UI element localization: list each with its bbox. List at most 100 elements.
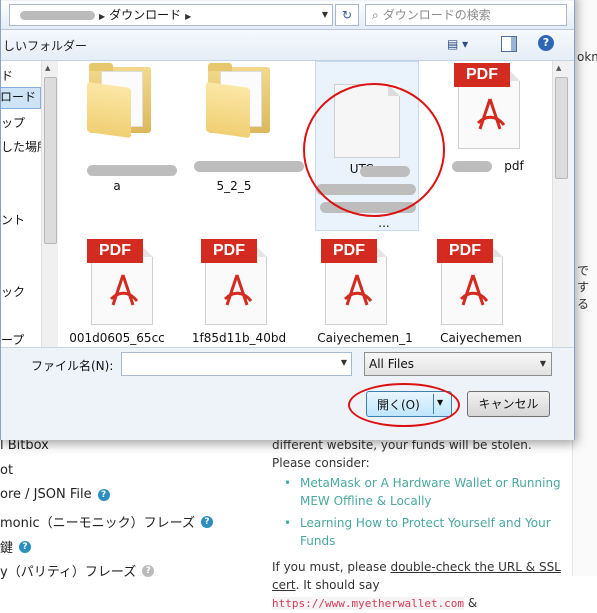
redacted-name [316,184,416,195]
redacted-name [320,202,416,213]
redacted-name [87,165,177,176]
chevron-down-icon[interactable]: ▼ [322,5,328,25]
redacted-path [20,11,95,20]
file-label-ellipsis: ... [378,216,390,230]
file-label: Caiyechemen [440,331,522,345]
address-bar: ▶ ダウンロード ▶ ▼ ↻ ⌕ ダウンロードの検索 [1,1,574,30]
file-type-select[interactable]: All Files ▼ [364,352,552,376]
file-scrollbar[interactable]: ▲ [552,61,569,347]
option-label: l Bitbox [0,438,49,453]
redacted-name [194,161,304,172]
new-folder-button[interactable]: しいフォルダー [3,37,87,54]
file-item[interactable]: PDF pdf [434,63,534,213]
cancel-button[interactable]: キャンセル [467,391,550,417]
option-parity[interactable]: y（パリティ）フレーズ? [0,561,155,580]
file-type-value: All Files [369,357,415,371]
nav-item[interactable]: ント [1,211,25,228]
redacted-name [360,166,410,177]
split-divider [433,394,434,414]
pdf-icon: PDF [454,63,520,149]
help-icon[interactable]: ? [538,35,554,51]
help-icon[interactable]: ? [97,488,110,501]
option-ot[interactable]: ot [0,463,13,478]
file-list: a 5_2_5 UTC-- ... PDF pdf [59,61,552,347]
right-strip-text-3: する [577,280,590,311]
pdf-icon: PDF [321,239,387,325]
file-label: Caiyechemen_1 [317,331,413,345]
right-strip-text-1: okm [577,50,597,64]
nav-item[interactable]: ド [1,67,13,84]
check-prefix: If you must, please [272,560,391,574]
link-hardware-wallet[interactable]: MetaMask or A Hardware Wallet or Running… [284,474,572,510]
file-item[interactable]: PDF 001d0605_65cc [67,233,167,347]
scrollbar-thumb[interactable] [555,77,568,179]
refresh-icon[interactable]: ↻ [335,4,359,26]
pdf-badge: PDF [201,239,257,263]
scroll-up-icon[interactable]: ▲ [556,64,561,72]
nav-scrollbar[interactable]: ▲ [41,61,58,347]
file-item-selected[interactable]: UTC-- ... [315,61,419,231]
file-label: a [113,179,121,193]
option-label: ot [0,463,14,478]
background-right-strip: okm で する [572,0,597,576]
file-label: pdf [504,159,524,173]
open-button[interactable]: 開く(O) ▼ [366,391,452,417]
filename-input[interactable]: ▼ [121,352,352,376]
option-label: monic（ニーモニック）フレーズ [0,516,195,531]
search-icon: ⌕ [372,8,379,22]
option-label: y（パリティ）フレーズ [0,565,137,580]
chevron-down-icon[interactable]: ▼ [437,398,443,407]
pdf-icon: PDF [87,239,153,325]
nav-item-label: ロード [1,90,37,104]
folder-icon [206,63,270,139]
scroll-up-icon[interactable]: ▲ [45,64,50,72]
link-protect-funds[interactable]: Learning How to Protect Yourself and You… [284,514,572,550]
pdf-icon: PDF [201,239,267,325]
pdf-badge: PDF [87,239,143,263]
dialog-footer: ファイル名(N): ▼ All Files ▼ 開く(O) ▼ キャンセル [1,347,574,440]
warning-text: different website, your funds will be st… [272,438,532,470]
nav-item[interactable]: ープ [1,331,24,347]
folder-item[interactable]: a [67,63,177,213]
help-icon[interactable]: ? [200,515,213,528]
check-paragraph: If you must, please double-check the URL… [272,558,572,613]
nav-item[interactable]: ップ [1,114,25,131]
blank-document-icon [334,84,400,158]
chevron-down-icon: ▼ [539,359,546,368]
nav-item[interactable]: ック [1,283,25,300]
url-suffix: & [464,596,478,610]
option-mnemonic[interactable]: monic（ニーモニック）フレーズ? [0,512,213,531]
chevron-right-icon[interactable]: ▶ [99,12,105,21]
scrollbar-thumb[interactable] [44,77,57,244]
search-input[interactable]: ⌕ ダウンロードの検索 [365,4,567,26]
pdf-badge: PDF [437,239,493,263]
right-strip-text-2: で [577,264,590,278]
option-label: ore / JSON File [0,487,92,502]
warning-links: MetaMask or A Hardware Wallet or Running… [272,474,572,550]
preview-pane-icon[interactable] [501,36,517,52]
breadcrumb[interactable]: ▶ ダウンロード ▶ ▼ [9,4,333,26]
file-item[interactable]: PDF Caiyechemen_1 [315,233,415,347]
chevron-down-icon[interactable]: ▼ [341,358,347,367]
option-bitbox[interactable]: l Bitbox [0,438,49,453]
dialog-toolbar: しいフォルダー ▤ ▾ ? [1,30,574,61]
breadcrumb-downloads[interactable]: ダウンロード [109,8,181,22]
chevron-right-icon[interactable]: ▶ [185,12,191,21]
help-icon[interactable]: ? [142,564,155,577]
file-label: 001d0605_65cc [69,331,165,345]
file-label: 1f85d11b_40bd [191,331,287,345]
change-view-icon[interactable]: ▤ ▾ [447,37,468,51]
pdf-icon: PDF [437,239,503,325]
check-suffix: . It should say [295,578,380,592]
file-item[interactable]: PDF Caiyechemen [431,233,531,347]
file-item[interactable]: PDF 1f85d11b_40bd [189,233,289,347]
nav-item-downloads[interactable]: ロード [1,87,41,109]
folder-item[interactable]: 5_2_5 [184,63,304,213]
site-url: https://www.myetherwallet.com [272,597,465,610]
folder-icon [87,63,151,139]
filename-label: ファイル名(N): [31,359,114,373]
option-private-key[interactable]: 鍵? [0,537,32,556]
help-icon[interactable]: ? [19,540,32,553]
pdf-badge: PDF [321,239,377,263]
option-keystore[interactable]: ore / JSON File? [0,487,110,502]
